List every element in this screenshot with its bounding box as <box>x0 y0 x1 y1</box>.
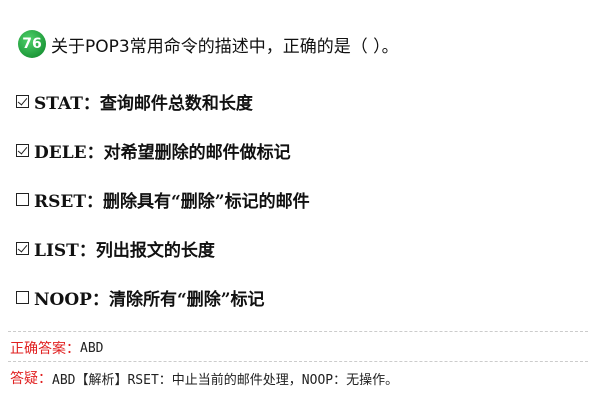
correct-answer-label: 正确答案： <box>10 341 80 357</box>
checked-checkbox-icon[interactable] <box>16 143 29 157</box>
option-text: STAT：查询邮件总数和长度 <box>34 93 253 114</box>
explanation-label: 答疑： <box>10 371 52 387</box>
explanation: 答疑： ABD【解析】RSET：中止当前的邮件处理，NOOP：无操作。 <box>10 366 398 390</box>
question-header: 76 关于POP3常用命令的描述中，正确的是（ ）。 <box>18 28 399 60</box>
option-text: NOOP：清除所有“删除”标记 <box>34 289 265 310</box>
option-text: DELE：对希望删除的邮件做标记 <box>34 142 291 163</box>
divider <box>8 331 588 332</box>
unchecked-checkbox-icon[interactable] <box>16 290 29 304</box>
option-c[interactable]: RSET：删除具有“删除”标记的邮件 <box>16 186 310 212</box>
unchecked-checkbox-icon[interactable] <box>16 192 29 206</box>
option-a[interactable]: STAT：查询邮件总数和长度 <box>16 88 253 114</box>
correct-answer: 正确答案： ABD <box>10 336 103 360</box>
question-number-badge: 76 <box>18 30 46 58</box>
correct-answer-value: ABD <box>80 340 104 356</box>
checked-checkbox-icon[interactable] <box>16 94 29 108</box>
option-text: RSET：删除具有“删除”标记的邮件 <box>34 191 310 212</box>
checked-checkbox-icon[interactable] <box>16 241 29 255</box>
option-d[interactable]: LIST：列出报文的长度 <box>16 235 215 261</box>
option-b[interactable]: DELE：对希望删除的邮件做标记 <box>16 137 291 163</box>
option-text: LIST：列出报文的长度 <box>34 240 215 261</box>
question-text: 关于POP3常用命令的描述中，正确的是（ ）。 <box>51 36 399 57</box>
option-e[interactable]: NOOP：清除所有“删除”标记 <box>16 284 265 310</box>
divider <box>8 361 588 362</box>
explanation-text: ABD【解析】RSET：中止当前的邮件处理，NOOP：无操作。 <box>52 372 399 388</box>
